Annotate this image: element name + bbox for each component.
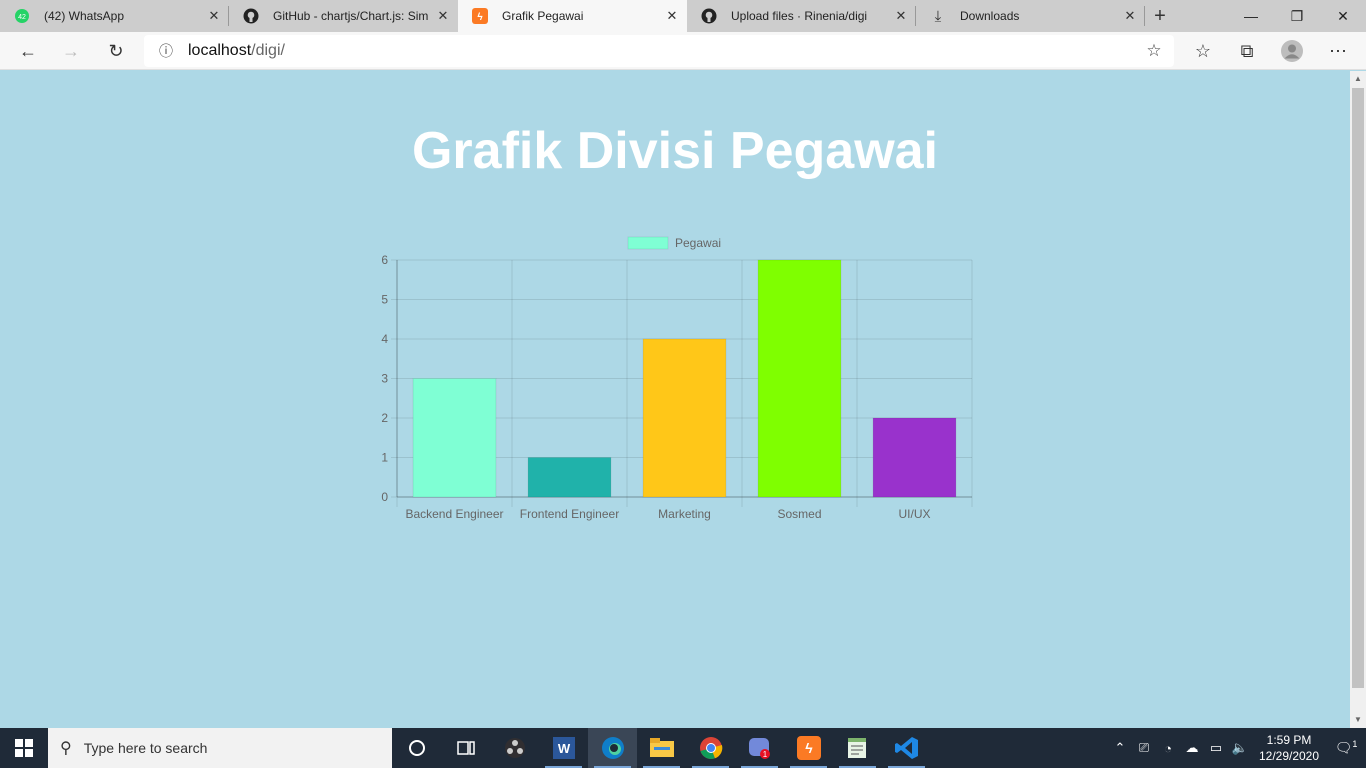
favorite-star-icon[interactable]: ☆ xyxy=(1134,41,1174,61)
discord-icon[interactable]: 1 xyxy=(735,728,784,768)
x-tick-label: Frontend Engineer xyxy=(520,507,619,521)
chrome-icon[interactable] xyxy=(686,728,735,768)
windows-start-button[interactable] xyxy=(0,728,48,768)
tab-title: GitHub - chartjs/Chart.js: Simp xyxy=(273,9,428,23)
whatsapp-icon: 42 xyxy=(14,8,30,24)
system-tray: ⌃ ⎚ ◔ ☁ ▭ 🔈 1:59 PM 12/29/2020 🗨1 xyxy=(1108,728,1366,768)
close-tab-icon[interactable]: ✕ xyxy=(657,8,687,24)
legend-swatch xyxy=(627,236,669,250)
bar-backend-engineer xyxy=(412,378,497,498)
bar-sosmed xyxy=(757,259,842,498)
tab-github-chartjs[interactable]: GitHub - chartjs/Chart.js: Simp ✕ xyxy=(229,0,458,32)
volume-icon[interactable]: 🔈 xyxy=(1228,740,1252,756)
forward-button[interactable]: → xyxy=(56,36,86,66)
close-window-button[interactable]: ✕ xyxy=(1320,0,1366,32)
taskbar-apps: W 1 ϟ xyxy=(392,728,931,768)
close-tab-icon[interactable]: ✕ xyxy=(199,8,229,24)
meet-now-icon[interactable]: ⎚ xyxy=(1132,740,1156,756)
more-menu-icon[interactable]: ⋯ xyxy=(1323,36,1353,66)
github-icon xyxy=(701,8,717,24)
task-view-icon[interactable] xyxy=(441,728,490,768)
notification-count: 1 xyxy=(1352,739,1358,750)
search-placeholder: Type here to search xyxy=(83,740,208,756)
tab-grafik-pegawai[interactable]: ϟ Grafik Pegawai ✕ xyxy=(458,0,687,32)
notification-center-icon[interactable]: 🗨1 xyxy=(1326,739,1366,757)
restore-button[interactable]: ❐ xyxy=(1274,0,1320,32)
x-tick-label: Backend Engineer xyxy=(405,507,503,521)
scroll-up-icon[interactable]: ▲ xyxy=(1350,71,1366,87)
onedrive-icon[interactable]: ☁ xyxy=(1180,740,1204,756)
x-tick-label: Marketing xyxy=(658,507,711,521)
file-explorer-icon[interactable] xyxy=(637,728,686,768)
y-tick-label: 4 xyxy=(381,332,388,346)
close-tab-icon[interactable]: ✕ xyxy=(886,8,916,24)
window-controls: — ❐ ✕ xyxy=(1228,0,1366,32)
tab-title: Downloads xyxy=(960,9,1020,23)
svg-text:ϟ: ϟ xyxy=(477,12,483,23)
tab-upload-files[interactable]: Upload files · Rinenia/digi ✕ xyxy=(687,0,916,32)
minimize-button[interactable]: — xyxy=(1228,0,1274,32)
close-tab-icon[interactable]: ✕ xyxy=(1115,8,1145,24)
y-tick-label: 2 xyxy=(381,411,388,425)
battery-icon[interactable]: ▭ xyxy=(1204,740,1228,756)
xampp-icon: ϟ xyxy=(472,8,488,24)
obs-icon[interactable] xyxy=(490,728,539,768)
search-icon: ⚲ xyxy=(60,740,72,757)
taskbar-search-box[interactable]: ⚲ Type here to search xyxy=(48,728,392,768)
download-icon: ⤓ xyxy=(934,7,942,25)
word-icon[interactable]: W xyxy=(539,728,588,768)
refresh-button[interactable]: ↻ xyxy=(101,36,131,66)
page-title: Grafik Divisi Pegawai xyxy=(411,122,939,180)
wifi-icon[interactable]: ◔ xyxy=(1156,741,1180,756)
taskbar: ⚲ Type here to search W 1 ϟ ⌃ ⎚ ◔ ☁ ▭ 🔈 … xyxy=(0,728,1366,768)
page-content: Grafik Divisi Pegawai 0 1 2 3 4 5 6 Backend Eng… xyxy=(0,71,1350,728)
close-tab-icon[interactable]: ✕ xyxy=(428,8,458,24)
site-info-icon[interactable]: ⓘ xyxy=(144,41,188,61)
github-icon xyxy=(243,8,259,24)
tab-title: Upload files · Rinenia/digi xyxy=(731,9,868,23)
profile-avatar[interactable] xyxy=(1277,36,1307,66)
bar-ui-ux xyxy=(872,417,957,498)
cortana-icon[interactable] xyxy=(392,728,441,768)
bar-marketing xyxy=(642,338,727,498)
back-button[interactable]: ← xyxy=(13,36,43,66)
clock-date: 12/29/2020 xyxy=(1258,749,1320,763)
scrollbar-thumb[interactable] xyxy=(1352,88,1364,688)
tab-title: Grafik Pegawai xyxy=(502,9,584,23)
browser-toolbar: ← → ↻ ⓘ localhost/digi/ ☆ ☆ ⧉ ⋯ xyxy=(0,32,1366,70)
y-tick-label: 5 xyxy=(381,293,388,307)
y-tick-label: 3 xyxy=(381,372,388,386)
notepad-icon[interactable] xyxy=(833,728,882,768)
tab-divider xyxy=(1144,6,1145,26)
url-text[interactable]: localhost/digi/ xyxy=(188,42,1134,60)
y-tick-label: 0 xyxy=(381,490,388,504)
y-tick-label: 6 xyxy=(381,253,388,267)
taskbar-clock[interactable]: 1:59 PM 12/29/2020 xyxy=(1252,732,1326,764)
bar-chart: 0 1 2 3 4 5 6 Backend Engineer Frontend Engineer… xyxy=(381,236,973,521)
collections-icon[interactable]: ⧉ xyxy=(1232,36,1262,66)
legend-label: Pegawai xyxy=(675,236,721,250)
tab-downloads[interactable]: ⤓ Downloads ✕ xyxy=(916,0,1145,32)
tab-strip: 42 (42) WhatsApp ✕ GitHub - chartjs/Char… xyxy=(0,0,1366,32)
x-tick-label: Sosmed xyxy=(777,507,821,521)
x-tick-label: UI/UX xyxy=(898,507,930,521)
favorites-icon[interactable]: ☆ xyxy=(1188,36,1218,66)
tab-whatsapp[interactable]: 42 (42) WhatsApp ✕ xyxy=(0,0,229,32)
address-bar[interactable]: ⓘ localhost/digi/ ☆ xyxy=(144,35,1174,67)
svg-text:42: 42 xyxy=(18,14,26,21)
vscode-icon[interactable] xyxy=(882,728,931,768)
svg-text:1: 1 xyxy=(762,750,767,759)
svg-text:W: W xyxy=(557,741,570,756)
tab-title: (42) WhatsApp xyxy=(44,9,125,23)
svg-text:ϟ: ϟ xyxy=(805,740,813,756)
xampp-icon[interactable]: ϟ xyxy=(784,728,833,768)
y-tick-label: 1 xyxy=(381,451,388,465)
clock-time: 1:59 PM xyxy=(1266,733,1312,747)
scroll-down-icon[interactable]: ▼ xyxy=(1350,712,1366,728)
show-hidden-icons[interactable]: ⌃ xyxy=(1108,740,1132,756)
vertical-scrollbar[interactable]: ▲ ▼ xyxy=(1350,71,1366,728)
new-tab-button[interactable]: + xyxy=(1145,0,1175,32)
edge-icon[interactable] xyxy=(588,728,637,768)
bar-frontend-engineer xyxy=(527,457,612,498)
